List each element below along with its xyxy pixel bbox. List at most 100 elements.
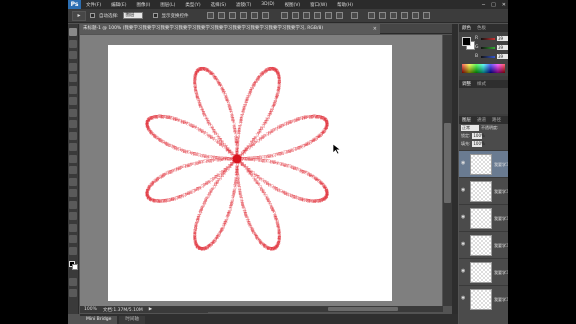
distribute-bottom-icon[interactable] [302, 12, 310, 19]
vertical-scroll-thumb[interactable] [444, 123, 451, 203]
color-spectrum-ramp[interactable] [462, 64, 505, 73]
eraser-tool-icon[interactable] [69, 143, 77, 151]
dodge-tool-icon[interactable] [69, 177, 77, 186]
eyedropper-tool-icon[interactable] [69, 85, 77, 94]
distribute-vcenter-icon[interactable] [291, 12, 299, 19]
align-hcenter-icon[interactable] [250, 12, 258, 19]
pen-tool-icon[interactable] [69, 189, 77, 197]
close-window-button[interactable]: ✕ [502, 2, 506, 8]
zoom-tool-icon[interactable] [69, 246, 77, 255]
auto-align-icon[interactable] [350, 12, 358, 19]
3d-roll-icon[interactable] [389, 12, 397, 19]
green-channel-slider[interactable] [481, 46, 495, 49]
lasso-tool-icon[interactable] [69, 51, 77, 59]
healing-brush-tool-icon[interactable] [69, 97, 77, 105]
vertical-scrollbar[interactable] [443, 35, 452, 306]
layer-row[interactable]: ◉ 我要学习我要 [459, 285, 508, 312]
layer-row[interactable]: ◉ 我要学习我要 [459, 231, 508, 258]
opacity-value[interactable]: 100% [472, 133, 485, 139]
distribute-hcenter-icon[interactable] [324, 12, 332, 19]
tool-preset-picker[interactable]: ▸ [72, 10, 86, 21]
menu-select[interactable]: 选择(S) [206, 2, 231, 8]
blue-channel-value[interactable]: 39 [497, 54, 508, 59]
menu-image[interactable]: 图像(I) [131, 2, 155, 8]
screen-mode-icon[interactable] [69, 289, 77, 297]
minimize-button[interactable]: ─ [482, 2, 485, 8]
menu-type[interactable]: 类型(Y) [180, 2, 205, 8]
layer-name[interactable]: 我要学习我要 [494, 189, 508, 195]
document-canvas[interactable]: 我要学习我要学习我要学习我要学习我要学习我要学习我要学习我要学习我要学习我要学习… [108, 45, 392, 301]
tab-timeline[interactable]: 时间轴 [119, 316, 145, 324]
menu-window[interactable]: 窗口(W) [305, 2, 332, 8]
maximize-button[interactable]: □ [491, 2, 496, 8]
layer-visibility-eye-icon[interactable]: ◉ [461, 296, 467, 301]
collapsed-panel-dock[interactable] [452, 24, 458, 314]
menu-view[interactable]: 视图(V) [280, 2, 306, 8]
horizontal-scrollbar[interactable] [208, 306, 443, 312]
blue-channel-slider[interactable] [481, 55, 495, 58]
layer-name[interactable]: 我要学习我要 [494, 243, 508, 249]
layer-row[interactable]: ◉ 我要学习我要 [459, 177, 508, 204]
menu-filter[interactable]: 滤镜(T) [231, 2, 256, 8]
align-left-icon[interactable] [239, 12, 247, 19]
layer-visibility-eye-icon[interactable]: ◉ [461, 161, 467, 166]
quick-select-tool-icon[interactable] [69, 62, 77, 71]
path-select-tool-icon[interactable] [69, 212, 77, 220]
hand-tool-icon[interactable] [69, 235, 77, 243]
menu-3d[interactable]: 3D(D) [256, 2, 279, 7]
layer-thumbnail[interactable] [470, 208, 492, 229]
show-transform-checkbox[interactable] [152, 13, 158, 18]
red-channel-slider[interactable] [481, 37, 495, 40]
auto-select-dropdown[interactable]: 图层 [122, 12, 143, 19]
tab-layers[interactable]: 图层 [462, 117, 471, 123]
layer-visibility-eye-icon[interactable]: ◉ [461, 242, 467, 247]
menu-file[interactable]: 文件(F) [81, 2, 106, 8]
menu-help[interactable]: 帮助(H) [332, 2, 358, 8]
layer-name[interactable]: 我要学习我要 [494, 216, 508, 222]
tab-mini-bridge[interactable]: Mini Bridge [80, 316, 118, 324]
foreground-color-swatch[interactable] [462, 37, 471, 46]
layer-name[interactable]: 我要学习我要 [494, 270, 508, 276]
layer-row[interactable]: ◉ 我要学习我要 [459, 150, 508, 177]
foreground-background-color[interactable] [68, 261, 78, 270]
document-tab[interactable]: 未标题-1 @ 100% (我要学习我要学习我要学习我要学习我要学习我要学习我要… [80, 24, 380, 34]
distribute-right-icon[interactable] [335, 12, 343, 19]
horizontal-scroll-thumb[interactable] [328, 307, 398, 311]
3d-rotate-icon[interactable] [378, 12, 386, 19]
3d-mode-icon[interactable] [367, 12, 375, 19]
green-channel-value[interactable]: 39 [497, 45, 508, 50]
align-vcenter-icon[interactable] [217, 12, 225, 19]
tab-paths[interactable]: 路径 [492, 117, 501, 123]
blend-mode-dropdown[interactable]: 正常 [461, 125, 479, 131]
type-tool-icon[interactable] [69, 200, 77, 209]
marquee-tool-icon[interactable] [69, 39, 77, 48]
layer-thumbnail[interactable] [470, 235, 492, 256]
layer-visibility-eye-icon[interactable]: ◉ [461, 188, 467, 193]
align-top-icon[interactable] [206, 12, 214, 19]
layer-visibility-eye-icon[interactable]: ◉ [461, 215, 467, 220]
shape-tool-icon[interactable] [69, 223, 77, 232]
layer-visibility-eye-icon[interactable]: ◉ [461, 269, 467, 274]
3d-scale-icon[interactable] [422, 12, 430, 19]
layer-row[interactable]: ◉ 我要学习我要 [459, 258, 508, 285]
layer-name[interactable]: 我要学习我要 [494, 297, 508, 303]
layer-row[interactable]: ◉ 我要学习我要 [459, 204, 508, 231]
tab-color[interactable]: 颜色 [462, 25, 471, 31]
gradient-tool-icon[interactable] [69, 154, 77, 163]
blur-tool-icon[interactable] [69, 166, 77, 174]
layer-thumbnail[interactable] [470, 181, 492, 202]
distribute-left-icon[interactable] [313, 12, 321, 19]
layer-thumbnail[interactable] [470, 262, 492, 283]
red-channel-value[interactable]: 39 [497, 36, 508, 41]
crop-tool-icon[interactable] [69, 74, 77, 82]
menu-edit[interactable]: 编辑(E) [106, 2, 131, 8]
close-icon[interactable]: × [373, 24, 377, 34]
distribute-top-icon[interactable] [280, 12, 288, 19]
status-menu-arrow-icon[interactable]: ▶ [149, 307, 152, 312]
align-right-icon[interactable] [261, 12, 269, 19]
fill-value[interactable]: 100% [472, 141, 485, 147]
auto-select-checkbox[interactable] [90, 13, 95, 18]
layer-thumbnail[interactable] [470, 154, 492, 175]
clone-stamp-tool-icon[interactable] [69, 120, 77, 128]
tab-adjustments[interactable]: 调整 [462, 81, 471, 87]
